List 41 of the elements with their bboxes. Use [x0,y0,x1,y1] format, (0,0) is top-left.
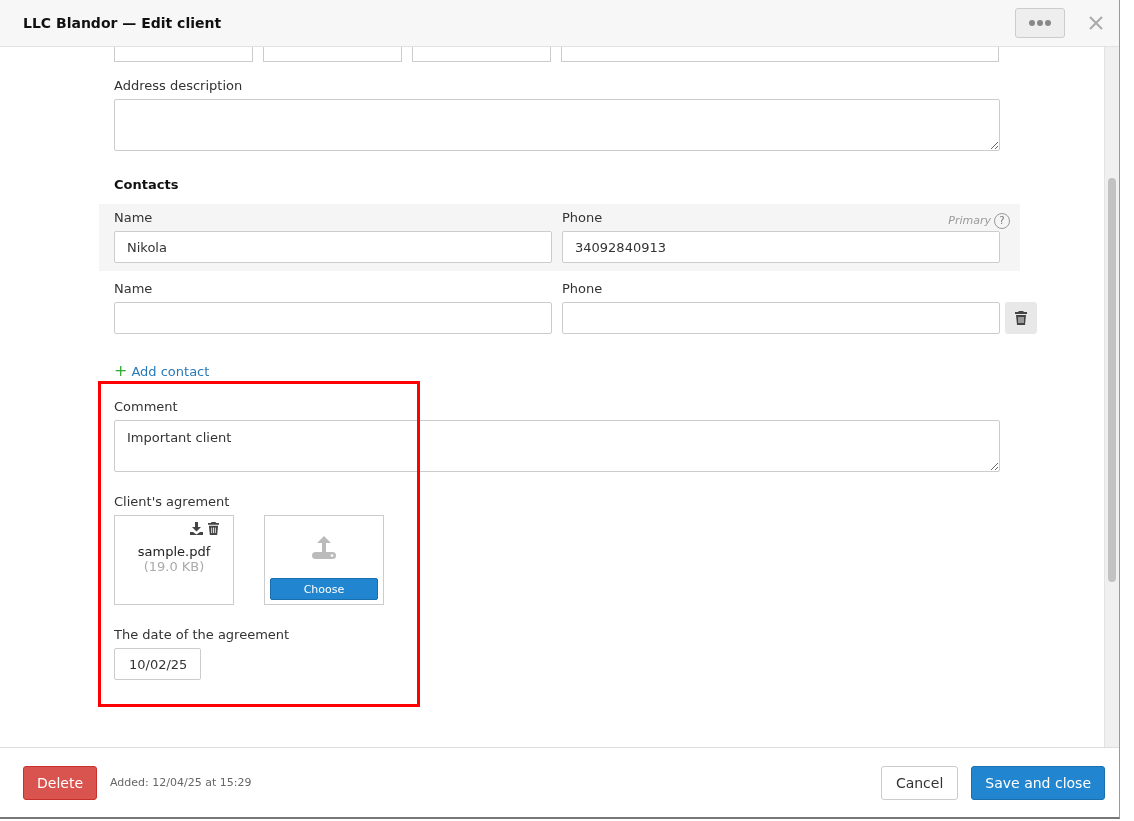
file-name: sample.pdf [137,544,211,559]
field-label: Address description [114,78,244,93]
more-icon [1029,20,1051,26]
delete-button[interactable]: Delete [23,765,97,800]
scrollbar-thumb[interactable] [1108,178,1116,582]
date-field[interactable]: 10/02/25 [114,648,201,680]
file-size: (19.0 KB) [143,559,205,574]
trash-icon [1015,311,1027,325]
field-label: The date of the agreement [114,627,291,642]
name-field[interactable] [114,302,552,334]
cancel-button[interactable]: Cancel [880,765,959,800]
window-title: LLC Blandor — Edit client [23,15,223,31]
field-label: Comment [114,399,179,414]
add-contact-link[interactable]: + Add contact [114,364,210,379]
field-label: Phone [562,281,603,296]
added-date: Added: 12/04/25 at 15:29 [110,776,252,789]
more-button[interactable] [1015,8,1065,38]
close-icon[interactable] [1089,16,1103,30]
save-button[interactable]: Save and close [971,765,1105,800]
text-field[interactable] [412,47,551,62]
phone-field[interactable]: 34092840913 [562,231,1000,263]
field-label: Client's agrement [114,494,231,509]
phone-field[interactable] [562,302,1000,334]
trash-icon[interactable] [208,522,219,535]
name-field[interactable]: Nikola [114,231,552,263]
select-field[interactable] [561,47,999,62]
field-label: Name [114,210,154,225]
primary-label: Primary [948,214,991,227]
download-icon[interactable] [190,522,203,535]
comment-field[interactable]: Important client [114,420,1000,472]
field-label: Phone [562,210,603,225]
upload-icon [311,536,337,560]
choose-button[interactable]: Choose [270,578,378,600]
text-field[interactable] [114,47,253,62]
address-description-field[interactable] [114,99,1000,151]
delete-contact-button[interactable] [1005,302,1037,334]
text-field[interactable] [263,47,402,62]
field-label: Name [114,281,154,296]
plus-icon: + [114,364,128,379]
section-title: Contacts [114,177,180,192]
scrollbar[interactable] [1104,47,1119,747]
